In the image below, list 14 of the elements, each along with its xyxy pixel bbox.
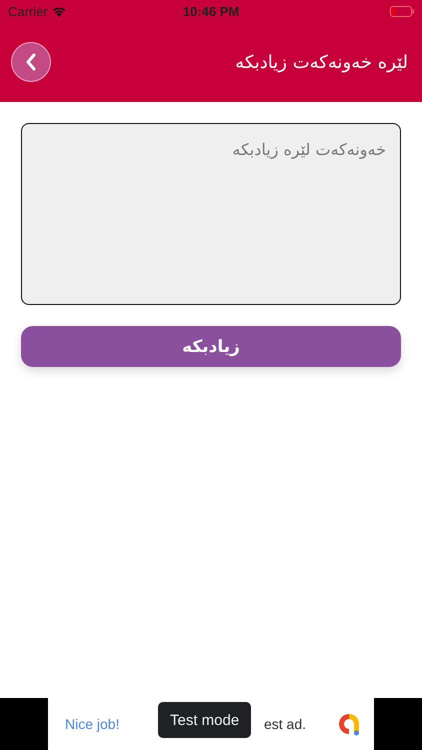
add-button[interactable]: زیادبکە [21, 326, 401, 367]
ad-headline: Nice job! [65, 716, 120, 732]
ad-banner[interactable]: Nice job! Test mode est ad. [48, 698, 374, 750]
clock-time: 10:46 PM [182, 4, 240, 18]
chevron-left-icon [25, 53, 37, 71]
wifi-icon [52, 6, 66, 16]
dream-text-area[interactable]: خەونەکەت لێرە زیادبکە [21, 123, 401, 305]
carrier-label: Carrier [8, 4, 48, 18]
test-mode-toast: Test mode [158, 702, 252, 738]
back-button[interactable] [11, 42, 51, 82]
battery-icon [390, 6, 414, 16]
ad-logo-icon [336, 711, 362, 737]
ad-text: est ad. [264, 716, 306, 732]
page-title: لێرە خەونەکەت زیادبکە [235, 52, 408, 72]
